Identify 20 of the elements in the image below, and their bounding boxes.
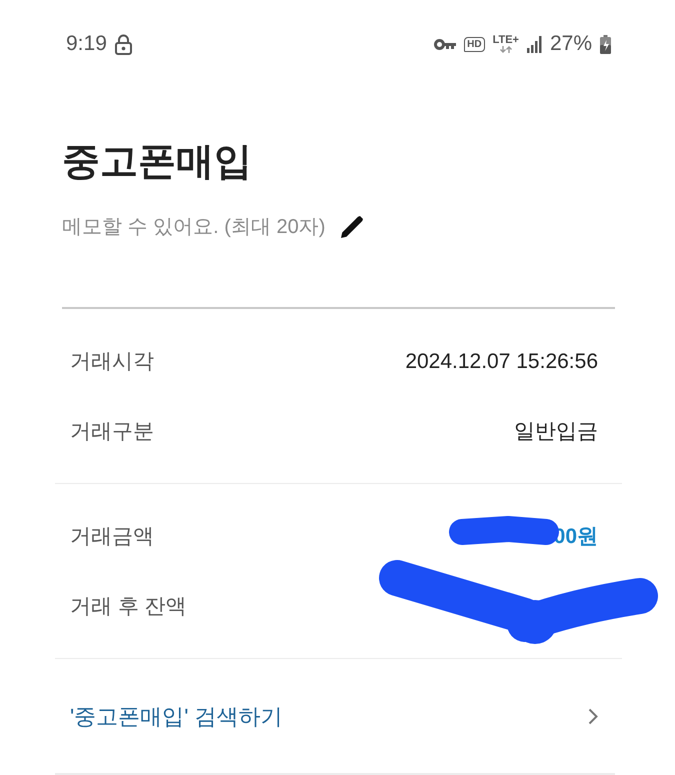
network-type: LTE+	[492, 35, 519, 46]
status-time: 9:19	[66, 31, 107, 58]
row-label: 거래 후 잔액	[70, 594, 187, 620]
key-icon	[434, 38, 456, 50]
pencil-icon[interactable]	[341, 216, 364, 238]
memo-hint[interactable]: 메모할 수 있어요. (최대 20자)	[62, 215, 326, 239]
row-label: 거래시각	[70, 349, 154, 376]
row-label: 거래금액	[70, 524, 154, 550]
battery-percent: 27%	[550, 31, 592, 58]
chevron-right-icon[interactable]	[588, 708, 598, 724]
hd-indicator: HD	[464, 36, 485, 52]
lock-icon	[114, 34, 132, 54]
data-arrows-icon	[500, 46, 512, 53]
row-label: 거래구분	[70, 419, 154, 446]
page-title: 중고폰매입	[62, 140, 252, 185]
row-value: 2024.12.07 15:26:56	[405, 349, 598, 376]
signal-icon	[526, 36, 542, 52]
battery-icon	[600, 34, 611, 54]
search-link[interactable]: '중고폰매입' 검색하기	[70, 700, 283, 732]
row-value: 일반입금	[514, 419, 598, 446]
